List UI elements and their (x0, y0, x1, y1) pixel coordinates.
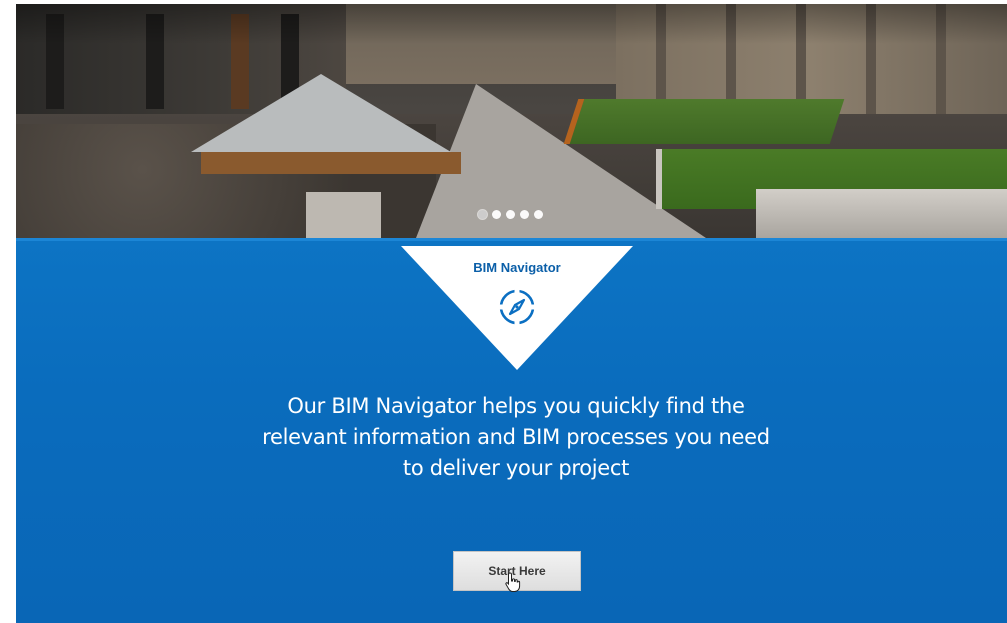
hero-planter (306, 192, 381, 238)
hero-image (16, 4, 1007, 238)
carousel-dot[interactable] (534, 210, 543, 219)
carousel-dot[interactable] (492, 210, 501, 219)
carousel-dot[interactable] (506, 210, 515, 219)
hero-skylight (191, 74, 451, 152)
hero-steps (756, 189, 1007, 238)
page-frame: BIM Navigator Our BIM Navigator helps yo… (16, 4, 1007, 623)
navigator-panel: BIM Navigator Our BIM Navigator helps yo… (16, 238, 1007, 623)
carousel-dot[interactable] (478, 210, 487, 219)
carousel-dots (478, 210, 543, 219)
hero-lawn (563, 99, 845, 144)
compass-icon (497, 287, 537, 327)
navigator-description: Our BIM Navigator helps you quickly find… (262, 394, 770, 480)
panel-top-border (16, 238, 1007, 241)
hand-cursor-icon (505, 572, 521, 592)
hero-skylight-base (201, 152, 461, 174)
hero-shadow (16, 4, 1007, 44)
carousel-dot[interactable] (520, 210, 529, 219)
navigator-title: BIM Navigator (473, 260, 561, 275)
